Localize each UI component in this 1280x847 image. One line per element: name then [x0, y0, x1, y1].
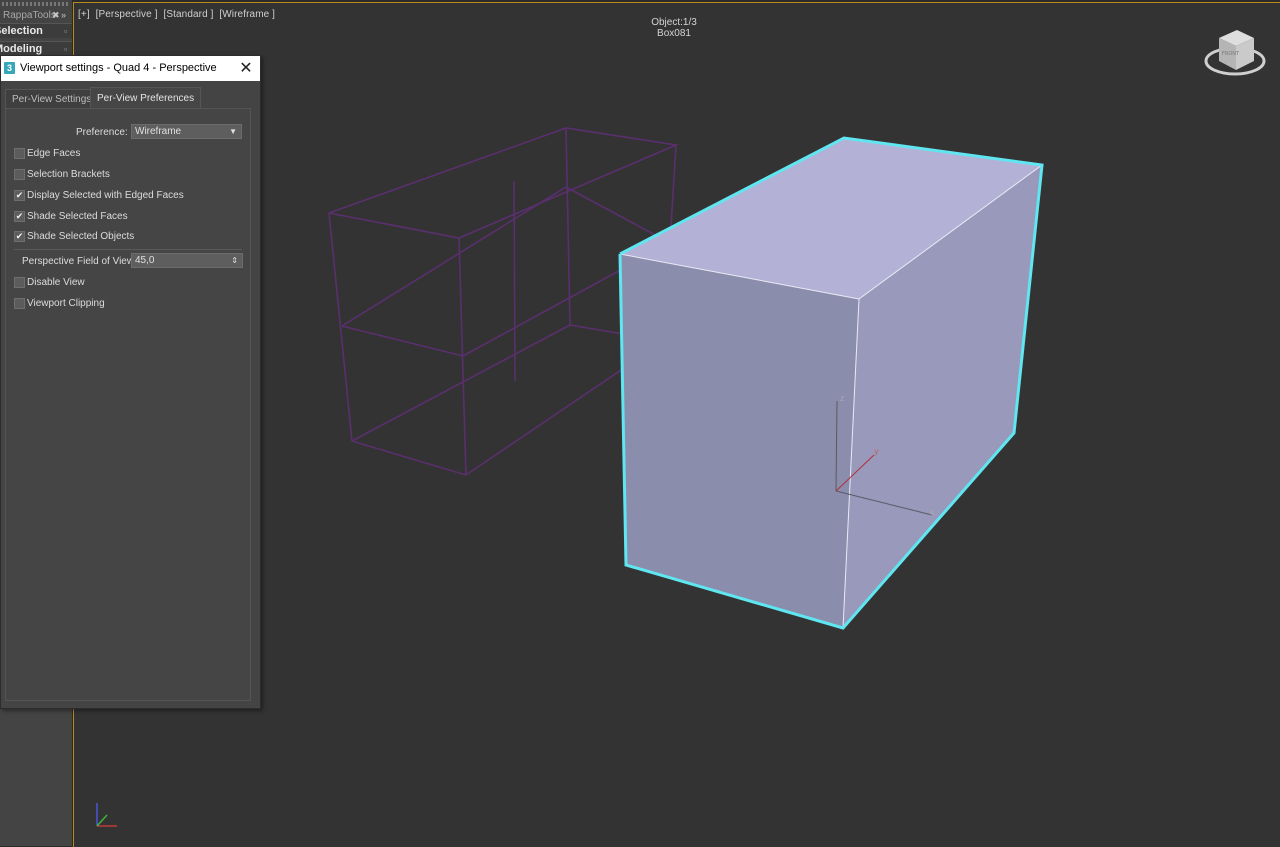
- checkbox-label: Selection Brackets: [27, 169, 110, 180]
- rappatools-toolbar[interactable]: RappaTools ✖ »: [0, 9, 72, 22]
- checkmark-icon[interactable]: ✔: [14, 211, 25, 222]
- box-front-face: [620, 254, 859, 628]
- rollout-toggle-icon: ▫: [64, 44, 68, 54]
- checkbox-label: Viewport Clipping: [27, 298, 105, 309]
- dialog-titlebar[interactable]: 3 Viewport settings - Quad 4 - Perspecti…: [1, 56, 260, 81]
- checkbox-box[interactable]: [14, 169, 25, 180]
- close-icon[interactable]: ✖: [52, 9, 60, 22]
- app-icon: 3: [4, 62, 15, 74]
- checkbox-label: Shade Selected Objects: [27, 231, 135, 242]
- fov-spinner[interactable]: 45,0 ⇕: [131, 253, 243, 268]
- tab-per-view-preferences[interactable]: Per-View Preferences: [90, 87, 202, 109]
- gizmo-axis-x: x: [930, 508, 935, 517]
- preference-value: Wireframe: [135, 126, 182, 137]
- preference-dropdown[interactable]: Wireframe ▼: [131, 124, 242, 139]
- checkbox-box[interactable]: [14, 298, 25, 309]
- dialog-title: Viewport settings - Quad 4 - Perspective: [20, 62, 217, 74]
- checkbox-label: Shade Selected Faces: [27, 211, 128, 222]
- checkmark-icon[interactable]: ✔: [14, 190, 25, 201]
- per-view-preferences-panel: Preference: Wireframe ▼ Edge Faces Selec…: [5, 108, 251, 701]
- rollout-toggle-icon: ▫: [64, 26, 68, 36]
- gizmo-axis-y: y: [874, 447, 879, 456]
- expand-arrow-icon[interactable]: »: [61, 9, 66, 22]
- dropdown-arrow-icon: ▼: [229, 127, 237, 136]
- fov-value: 45,0: [135, 255, 155, 266]
- spinner-arrows-icon[interactable]: ⇕: [231, 254, 238, 267]
- close-button[interactable]: ✕: [238, 56, 254, 81]
- rollout-modeling[interactable]: Modeling ▫: [0, 41, 72, 56]
- checkbox-label: Display Selected with Edged Faces: [27, 190, 184, 201]
- fov-label: Perspective Field of View:: [22, 256, 137, 267]
- rollout-modeling-label: Modeling: [0, 43, 43, 55]
- tab-per-view-settings[interactable]: Per-View Settings: [5, 89, 99, 109]
- rappatools-label: RappaTools: [3, 10, 56, 21]
- toolbar-grip[interactable]: [2, 2, 68, 6]
- checkmark-icon[interactable]: ✔: [14, 231, 25, 242]
- checkbox-label: Disable View: [27, 277, 85, 288]
- viewport-settings-dialog[interactable]: 3 Viewport settings - Quad 4 - Perspecti…: [0, 55, 261, 709]
- world-axis-tripod: [96, 803, 117, 827]
- gizmo-axis-z: z: [840, 394, 844, 403]
- rollout-selection-label: Selection: [0, 25, 43, 37]
- checkbox-box[interactable]: [14, 277, 25, 288]
- rollout-selection[interactable]: Selection ▫: [0, 23, 72, 38]
- preference-label: Preference:: [76, 127, 128, 138]
- checkbox-box[interactable]: [14, 148, 25, 159]
- divider: [14, 249, 242, 250]
- selected-box[interactable]: [618, 136, 1044, 630]
- checkbox-label: Edge Faces: [27, 148, 81, 159]
- viewcube-face-label: FRONT: [1222, 51, 1240, 57]
- viewcube[interactable]: FRONT: [1204, 30, 1266, 76]
